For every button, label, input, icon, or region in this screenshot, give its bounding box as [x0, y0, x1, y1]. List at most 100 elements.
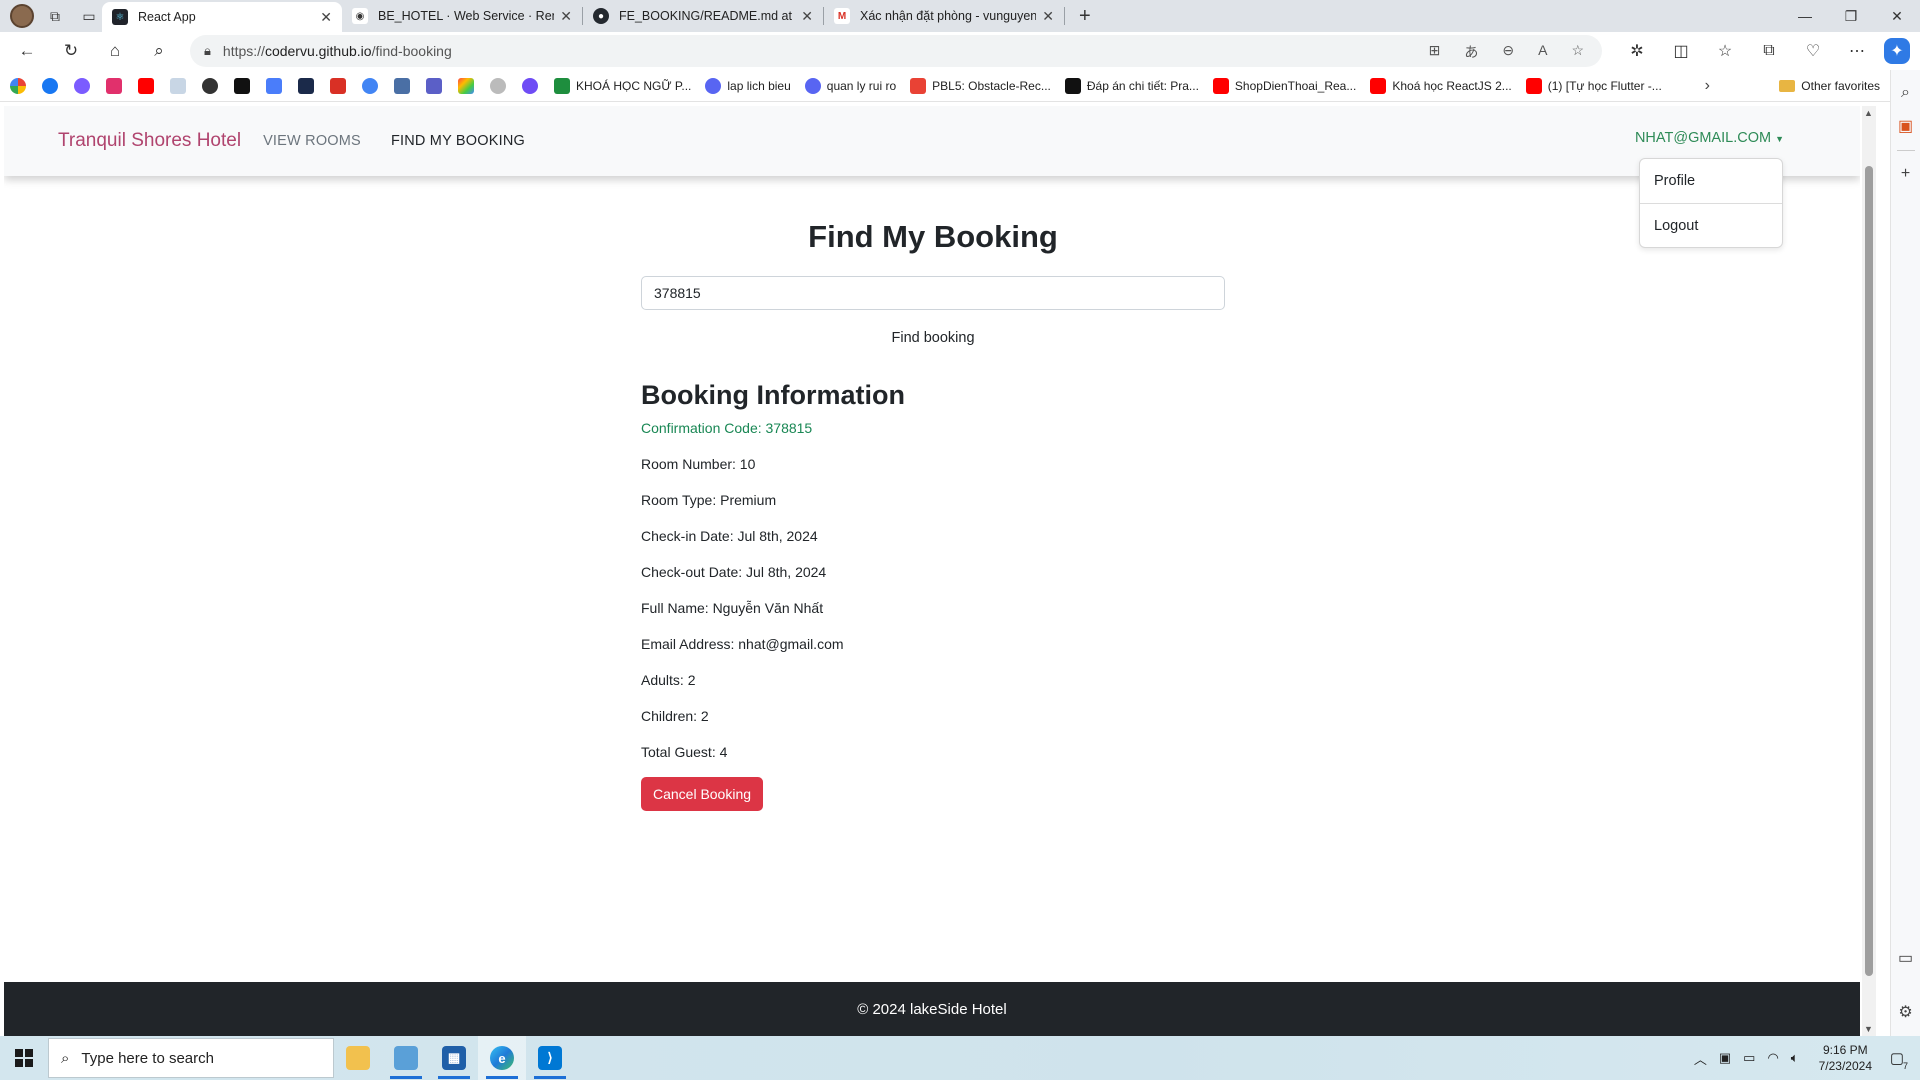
google-icon[interactable]	[10, 77, 26, 94]
browser-essentials-icon[interactable]: ♡	[1796, 36, 1830, 66]
gemini-icon[interactable]	[266, 77, 282, 94]
folder-icon	[346, 1046, 370, 1070]
vertical-tabs-icon[interactable]: ▭	[76, 3, 102, 29]
onedrive-icon[interactable]	[170, 77, 186, 94]
copilot-icon[interactable]: ✦	[1884, 38, 1910, 64]
scrollbar-thumb[interactable]	[1865, 166, 1873, 976]
other-favorites[interactable]: Other favorites	[1779, 79, 1880, 93]
settings-icon[interactable]: ⚙	[1898, 1002, 1912, 1022]
nav-view-rooms[interactable]: VIEW ROOMS	[263, 133, 361, 149]
spreadsheet-icon[interactable]	[394, 77, 410, 94]
chatgpt-icon[interactable]	[202, 77, 218, 94]
zoom-out-icon[interactable]: ⊖	[1502, 42, 1514, 62]
caret-down-icon: ▼	[1775, 134, 1784, 144]
search-icon[interactable]: ⌕	[142, 36, 176, 66]
close-window-icon[interactable]: ✕	[1874, 0, 1920, 32]
close-tab-icon[interactable]: ✕	[560, 8, 572, 25]
bookmark-item[interactable]: lap lich bieu	[705, 77, 791, 94]
address-bar-actions: ⊞ あ ⊖ A ☆	[1429, 42, 1584, 62]
split-screen-icon[interactable]: ◫	[1664, 36, 1698, 66]
bookmark-item[interactable]: quan ly rui ro	[804, 77, 896, 94]
scroll-down-icon[interactable]: ▼	[1864, 1024, 1873, 1034]
remote-app[interactable]: ▦	[430, 1036, 478, 1080]
app-available-icon[interactable]: ⊞	[1429, 42, 1441, 62]
close-tab-icon[interactable]: ✕	[320, 9, 332, 26]
edge-sidebar: ⌕ ▣ + ▭ ⚙	[1890, 70, 1920, 1036]
bookmark-item[interactable]: Đáp án chi tiết: Pra...	[1064, 77, 1199, 94]
gmail-icon[interactable]	[330, 77, 346, 94]
translate-icon[interactable]: あ	[1464, 42, 1478, 62]
minimize-icon[interactable]: —	[1782, 0, 1828, 32]
restore-icon[interactable]: ❐	[1828, 0, 1874, 32]
file-explorer-app[interactable]	[334, 1036, 382, 1080]
toolbox-icon[interactable]: ▣	[1898, 116, 1913, 136]
user-dropdown-toggle[interactable]: NHAT@GMAIL.COM ▼	[1635, 130, 1784, 146]
scroll-up-icon[interactable]: ▲	[1864, 108, 1873, 118]
profile-avatar[interactable]	[10, 4, 34, 28]
back-icon[interactable]: ←	[10, 36, 44, 66]
vscode-app[interactable]: ⟩	[526, 1036, 574, 1080]
workspaces-icon[interactable]: ⧉	[42, 3, 68, 29]
system-clock[interactable]: 9:16 PM 7/23/2024	[1819, 1042, 1872, 1074]
google-icon[interactable]	[362, 77, 378, 94]
brand-link[interactable]: Tranquil Shores Hotel	[58, 130, 241, 152]
teams-icon[interactable]	[426, 77, 442, 94]
wifi-icon[interactable]: ◠	[1767, 1050, 1778, 1066]
tab-title: FE_BOOKING/README.md at de	[619, 9, 796, 23]
close-tab-icon[interactable]: ✕	[1042, 8, 1054, 25]
facebook-icon[interactable]	[42, 77, 58, 94]
chevron-right-icon[interactable]: ›	[1705, 77, 1710, 95]
search-icon[interactable]: ⌕	[1901, 84, 1910, 102]
favorite-star-icon[interactable]: ☆	[1571, 42, 1584, 62]
tab-react-app[interactable]: ⚛ React App ✕	[102, 2, 342, 32]
canva-icon[interactable]	[522, 77, 538, 94]
tab-gmail[interactable]: M Xác nhận đặt phòng - vunguyen ✕	[824, 0, 1064, 32]
tab-fe-booking-readme[interactable]: ● FE_BOOKING/README.md at de ✕	[583, 0, 823, 32]
cancel-booking-button[interactable]: Cancel Booking	[641, 777, 763, 811]
youtube-icon[interactable]	[138, 77, 154, 94]
lock-icon[interactable]: 🔒︎	[204, 43, 211, 59]
app-icon[interactable]	[234, 77, 250, 94]
home-icon[interactable]: ⌂	[98, 36, 132, 66]
bookmark-item[interactable]: (1) [Tự học Flutter -...	[1525, 77, 1662, 94]
volume-icon[interactable]: 🔈︎	[1791, 1050, 1799, 1066]
logout-menu-item[interactable]: Logout	[1640, 204, 1782, 248]
start-button[interactable]	[0, 1036, 48, 1080]
address-bar[interactable]: 🔒︎ https://codervu.github.io/find-bookin…	[190, 35, 1602, 67]
notion-icon[interactable]	[298, 77, 314, 94]
tab-be-hotel[interactable]: ◉ BE_HOTEL · Web Service · Rende ✕	[342, 0, 582, 32]
notepad-app[interactable]	[382, 1036, 430, 1080]
new-tab-icon[interactable]: +	[1079, 5, 1091, 28]
collections-icon[interactable]: ⧉	[1752, 36, 1786, 66]
bookmark-item[interactable]: KHOÁ HỌC NGỮ P...	[554, 77, 691, 94]
bookmark-item[interactable]: ShopDienThoai_Rea...	[1212, 77, 1356, 94]
bookmark-item[interactable]: PBL5: Obstacle-Rec...	[910, 77, 1051, 94]
instagram-icon[interactable]	[106, 77, 122, 94]
nav-find-booking[interactable]: FIND MY BOOKING	[391, 133, 525, 149]
read-aloud-icon[interactable]: A	[1538, 42, 1547, 62]
profile-menu-item[interactable]: Profile	[1640, 159, 1782, 203]
find-booking-button[interactable]: Find booking	[641, 330, 1225, 346]
screen-icon[interactable]: ▭	[1898, 948, 1913, 968]
page-scrollbar[interactable]: ▲ ▼	[1862, 106, 1876, 1036]
refresh-icon[interactable]: ↻	[54, 36, 88, 66]
youtube-icon	[1370, 77, 1387, 94]
page-title: Find My Booking	[808, 219, 1058, 254]
booking-info-heading: Booking Information	[641, 380, 905, 410]
confirmation-code-input[interactable]	[641, 276, 1225, 310]
add-icon[interactable]: +	[1901, 165, 1910, 183]
close-tab-icon[interactable]: ✕	[801, 8, 813, 25]
github-icon[interactable]	[490, 77, 506, 94]
chevron-up-icon[interactable]: ︿	[1694, 1049, 1707, 1068]
bookmark-item[interactable]: Khoá học ReactJS 2...	[1370, 77, 1512, 94]
battery-icon[interactable]: ▭	[1743, 1050, 1755, 1066]
edge-app[interactable]: e	[478, 1036, 526, 1080]
colorful-app-icon[interactable]	[458, 77, 474, 94]
favorites-icon[interactable]: ☆	[1708, 36, 1742, 66]
messenger-icon[interactable]	[74, 77, 90, 94]
more-menu-icon[interactable]: ⋯	[1840, 36, 1874, 66]
extensions-icon[interactable]: ✲	[1620, 36, 1654, 66]
taskbar-search[interactable]: ⌕ Type here to search	[48, 1038, 334, 1078]
device-icon[interactable]: ▣	[1719, 1050, 1731, 1066]
notifications-icon[interactable]: ▢ 7	[1884, 1045, 1910, 1071]
